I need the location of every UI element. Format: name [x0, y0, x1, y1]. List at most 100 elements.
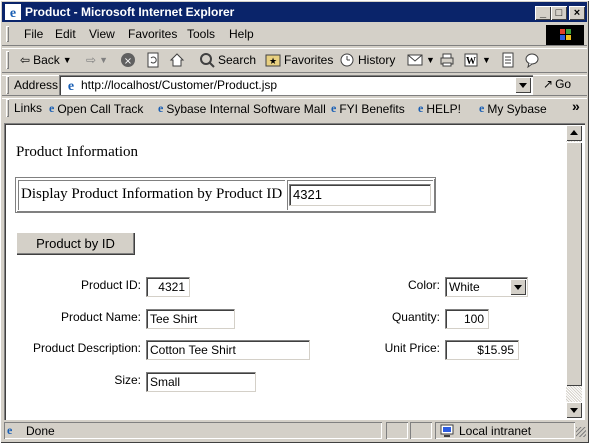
discuss-button[interactable]	[500, 51, 516, 69]
svg-text:×: ×	[124, 56, 132, 67]
quantity-label: Quantity:	[391, 310, 440, 324]
status-text-panel: e Done	[4, 422, 382, 439]
ie-page-icon: e	[49, 101, 55, 115]
menu-edit[interactable]: Edit	[55, 27, 76, 41]
color-select[interactable]: White	[445, 277, 528, 297]
back-button[interactable]: ⇦ Back ▼	[20, 51, 72, 69]
status-bar: e Done Local intranet	[2, 421, 587, 441]
messenger-button[interactable]	[524, 51, 540, 69]
link-fyi-benefits[interactable]: e FYI Benefits	[331, 101, 405, 116]
mail-button[interactable]: ▼	[407, 51, 435, 69]
security-zone-label: Local intranet	[459, 424, 532, 438]
unit-price-label: Unit Price:	[384, 341, 440, 355]
address-bar: Address e http://localhost/Customer/Prod…	[2, 74, 587, 96]
toolbar-grip	[6, 51, 9, 69]
arrow-down-icon	[570, 408, 578, 413]
product-by-id-button[interactable]: Product by ID	[16, 232, 135, 255]
product-id-label: Product ID:	[80, 278, 141, 292]
unit-price-field[interactable]: $15.95	[445, 340, 519, 360]
lookup-label: Display Product Information by Product I…	[21, 186, 283, 202]
forward-button[interactable]: ⇨ ▼	[86, 51, 108, 69]
svg-text:W: W	[466, 56, 476, 67]
product-id-field[interactable]: 4321	[146, 277, 190, 297]
product-name-field[interactable]: Tee Shirt	[146, 309, 235, 329]
size-label: Size:	[114, 373, 141, 387]
lookup-label-cell: Display Product Information by Product I…	[18, 180, 285, 210]
history-icon	[340, 53, 354, 67]
color-dropdown-button[interactable]	[510, 279, 526, 295]
address-dropdown-button[interactable]	[515, 77, 531, 93]
back-label: Back	[33, 53, 60, 67]
status-panel	[410, 422, 432, 439]
back-dropdown-icon[interactable]: ▼	[63, 55, 72, 65]
links-bar: Links e Open Call Track e Sybase Interna…	[2, 97, 587, 119]
address-input[interactable]: e http://localhost/Customer/Product.jsp	[59, 75, 533, 95]
quantity-field[interactable]: 100	[445, 309, 489, 329]
search-button[interactable]: Search	[199, 51, 256, 69]
back-arrow-icon: ⇦	[20, 53, 31, 67]
maximize-button[interactable]: □	[551, 6, 567, 20]
link-my-sybase[interactable]: e My Sybase	[479, 101, 547, 116]
print-button[interactable]	[439, 51, 455, 69]
link-help[interactable]: e HELP!	[418, 101, 461, 116]
color-label: Color:	[407, 278, 440, 292]
search-icon	[200, 53, 215, 68]
link-sybase-mall[interactable]: e Sybase Internal Software Mall	[158, 101, 326, 116]
chevron-down-icon	[514, 285, 522, 290]
product-id-lookup-input[interactable]: 4321	[289, 184, 431, 206]
link-label: HELP!	[426, 101, 462, 116]
link-label: Open Call Track	[57, 101, 144, 116]
stop-icon: ×	[121, 53, 135, 67]
refresh-button[interactable]	[145, 51, 161, 69]
vertical-scrollbar[interactable]	[566, 125, 582, 418]
menu-bar: File Edit View Favorites Tools Help	[2, 23, 587, 45]
address-label: Address	[14, 78, 59, 92]
product-description-field[interactable]: Cotton Tee Shirt	[146, 340, 310, 360]
discuss-icon	[502, 52, 514, 68]
favorites-button[interactable]: ★ Favorites	[265, 51, 333, 69]
address-url: http://localhost/Customer/Product.jsp	[81, 78, 278, 92]
mail-dropdown-icon: ▼	[426, 55, 435, 65]
product-name-label: Product Name:	[60, 310, 141, 324]
ie-icon: e	[5, 4, 21, 20]
refresh-icon	[147, 52, 159, 68]
scroll-up-button[interactable]	[566, 125, 582, 141]
links-more-chevron-icon[interactable]: »	[572, 98, 580, 114]
ie-page-icon: e	[7, 423, 13, 437]
standard-toolbar: ⇦ Back ▼ ⇨ ▼ × Search ★ Favorites Histor…	[2, 47, 587, 73]
status-text: Done	[26, 424, 55, 438]
links-grip	[6, 99, 9, 117]
product-description-label: Product Description:	[32, 341, 141, 355]
ie-page-icon: e	[418, 101, 424, 115]
messenger-icon	[525, 53, 539, 68]
link-label: My Sybase	[487, 101, 547, 116]
arrow-up-icon	[570, 130, 578, 135]
go-label: Go	[555, 77, 572, 91]
history-label: History	[358, 53, 396, 67]
close-button[interactable]: ×	[569, 6, 585, 20]
svg-text:★: ★	[269, 57, 277, 67]
browser-window: e Product - Microsoft Internet Explorer …	[0, 0, 589, 443]
svg-text:e: e	[10, 6, 16, 20]
resize-grip-icon[interactable]	[576, 427, 586, 437]
history-button[interactable]: History	[339, 51, 395, 69]
page-heading: Product Information	[16, 144, 139, 160]
menu-favorites[interactable]: Favorites	[128, 27, 177, 41]
size-field[interactable]: Small	[146, 372, 256, 392]
windows-logo-icon	[560, 29, 571, 40]
edit-button[interactable]: W ▼	[463, 51, 491, 69]
stop-button[interactable]: ×	[120, 51, 136, 69]
minimize-button[interactable]: _	[535, 6, 551, 20]
menu-file[interactable]: File	[24, 27, 43, 41]
link-open-call-track[interactable]: e Open Call Track	[49, 101, 143, 116]
scroll-down-button[interactable]	[566, 402, 582, 418]
home-button[interactable]	[169, 51, 185, 69]
menu-tools[interactable]: Tools	[187, 27, 215, 41]
go-button[interactable]: ↗ Go	[543, 77, 571, 91]
link-label: Sybase Internal Software Mall	[166, 101, 326, 116]
scroll-thumb[interactable]	[566, 142, 582, 386]
color-select-value: White	[449, 280, 480, 294]
window-title: Product - Microsoft Internet Explorer	[25, 5, 235, 19]
menu-help[interactable]: Help	[229, 27, 254, 41]
menu-view[interactable]: View	[89, 27, 115, 41]
